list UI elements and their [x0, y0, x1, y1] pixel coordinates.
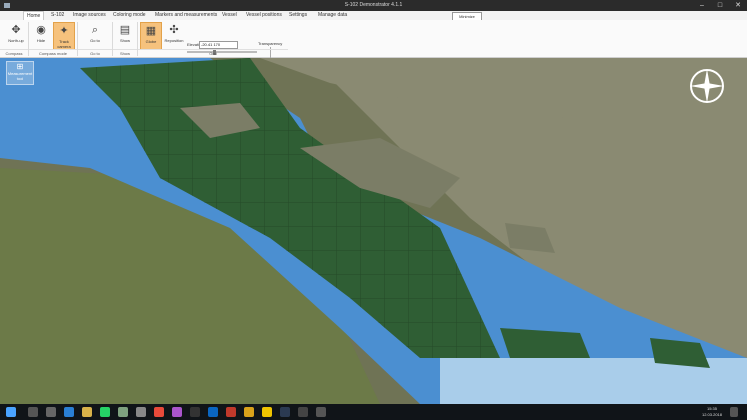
- measurement-tool[interactable]: ⊞ Measurement tool: [6, 61, 34, 85]
- app-icon[interactable]: [298, 407, 308, 417]
- close-button[interactable]: ✕: [729, 0, 747, 11]
- app-icon[interactable]: [244, 407, 254, 417]
- app-icon[interactable]: [118, 407, 128, 417]
- tab-s102[interactable]: S-102: [48, 11, 67, 20]
- map-scene: [0, 58, 747, 404]
- arrows-icon: ✣: [169, 24, 179, 36]
- app-icon[interactable]: [172, 407, 182, 417]
- compass-rose-icon: ✥: [11, 24, 21, 36]
- tab-coloring-mode[interactable]: Coloring mode: [110, 11, 149, 20]
- minimize-button[interactable]: –: [693, 0, 711, 11]
- camera-track-icon: ✦: [59, 25, 69, 37]
- window-titlebar: S-102 Demonstrator 4.1.1 – □ ✕: [0, 0, 747, 11]
- outlook-icon[interactable]: [208, 407, 218, 417]
- north-up-button[interactable]: ✥ North-up: [6, 22, 26, 48]
- layers-icon: ▤: [119, 24, 131, 36]
- search-icon[interactable]: [28, 407, 38, 417]
- tab-image-sources[interactable]: Image sources: [70, 11, 109, 20]
- map-viewport[interactable]: ⊞ Measurement tool: [0, 58, 747, 404]
- eye-icon: ◉: [36, 24, 46, 36]
- reposition-label: Reposition: [164, 38, 184, 43]
- taskbar: 15:35 12.03.2018: [0, 404, 747, 420]
- tab-manage-data[interactable]: Manage data: [315, 11, 350, 20]
- task-view-icon[interactable]: [46, 407, 56, 417]
- grid-icon: ▦: [145, 25, 157, 37]
- compass-widget[interactable]: [687, 66, 727, 106]
- system-tray[interactable]: [640, 407, 690, 417]
- clock-date: 12.03.2018: [701, 412, 723, 417]
- goto-button[interactable]: ⌕ Go to: [82, 22, 108, 48]
- ruler-icon: ⊞: [16, 62, 24, 71]
- notifications-icon[interactable]: [730, 407, 738, 417]
- ribbon: ✥ North-up ◉ Hide ✦ Track camera ⌕ Go to…: [0, 20, 747, 60]
- app-icon[interactable]: [226, 407, 236, 417]
- track-camera-label: Track camera: [57, 39, 71, 49]
- app-icon[interactable]: [190, 407, 200, 417]
- group-show: Show: [113, 49, 137, 57]
- transparency-label: Transparency: [258, 41, 283, 46]
- elevation-field[interactable]: -20.41 170: [199, 41, 238, 49]
- globe-label: Globe: [145, 39, 157, 44]
- show-button[interactable]: ▤ Show: [115, 22, 135, 48]
- app-icon[interactable]: [262, 407, 272, 417]
- group-grid: Grid: [138, 49, 288, 57]
- show-label: Show: [119, 38, 130, 43]
- tab-vessel[interactable]: Vessel: [219, 11, 240, 20]
- north-up-label: North-up: [8, 38, 24, 43]
- chrome-icon[interactable]: [154, 407, 164, 417]
- explorer-icon[interactable]: [82, 407, 92, 417]
- clock[interactable]: 15:35 12.03.2018: [700, 406, 724, 418]
- tab-markers-measurements[interactable]: Markers and measurements: [152, 11, 220, 20]
- app-icon[interactable]: [316, 407, 326, 417]
- tab-settings[interactable]: Settings: [286, 11, 310, 20]
- compass-cross: [690, 83, 724, 89]
- s102-app-icon[interactable]: [280, 407, 290, 417]
- app-icon[interactable]: [136, 407, 146, 417]
- goto-label: Go to: [90, 38, 100, 43]
- clock-time: 15:35: [706, 406, 717, 411]
- magnifier-icon: ⌕: [91, 24, 99, 36]
- track-camera-button[interactable]: ✦ Track camera: [53, 22, 75, 50]
- group-goto: Go to: [78, 49, 112, 57]
- edge-icon[interactable]: [64, 407, 74, 417]
- maximize-button[interactable]: □: [711, 0, 729, 11]
- globe-button[interactable]: ▦ Globe: [140, 22, 162, 50]
- reposition-button[interactable]: ✣ Reposition: [164, 22, 184, 48]
- start-icon[interactable]: [6, 407, 16, 417]
- tab-vessel-positions[interactable]: Vessel positions: [243, 11, 285, 20]
- measurement-label: Measurement tool: [7, 71, 33, 81]
- hide-label: Hide: [36, 38, 46, 43]
- hide-button[interactable]: ◉ Hide: [31, 22, 51, 48]
- group-compass-mode: Compass mode: [29, 49, 77, 57]
- whatsapp-icon[interactable]: [100, 407, 110, 417]
- window-title: S-102 Demonstrator 4.1.1: [344, 2, 403, 8]
- group-compass: Compass: [0, 49, 28, 57]
